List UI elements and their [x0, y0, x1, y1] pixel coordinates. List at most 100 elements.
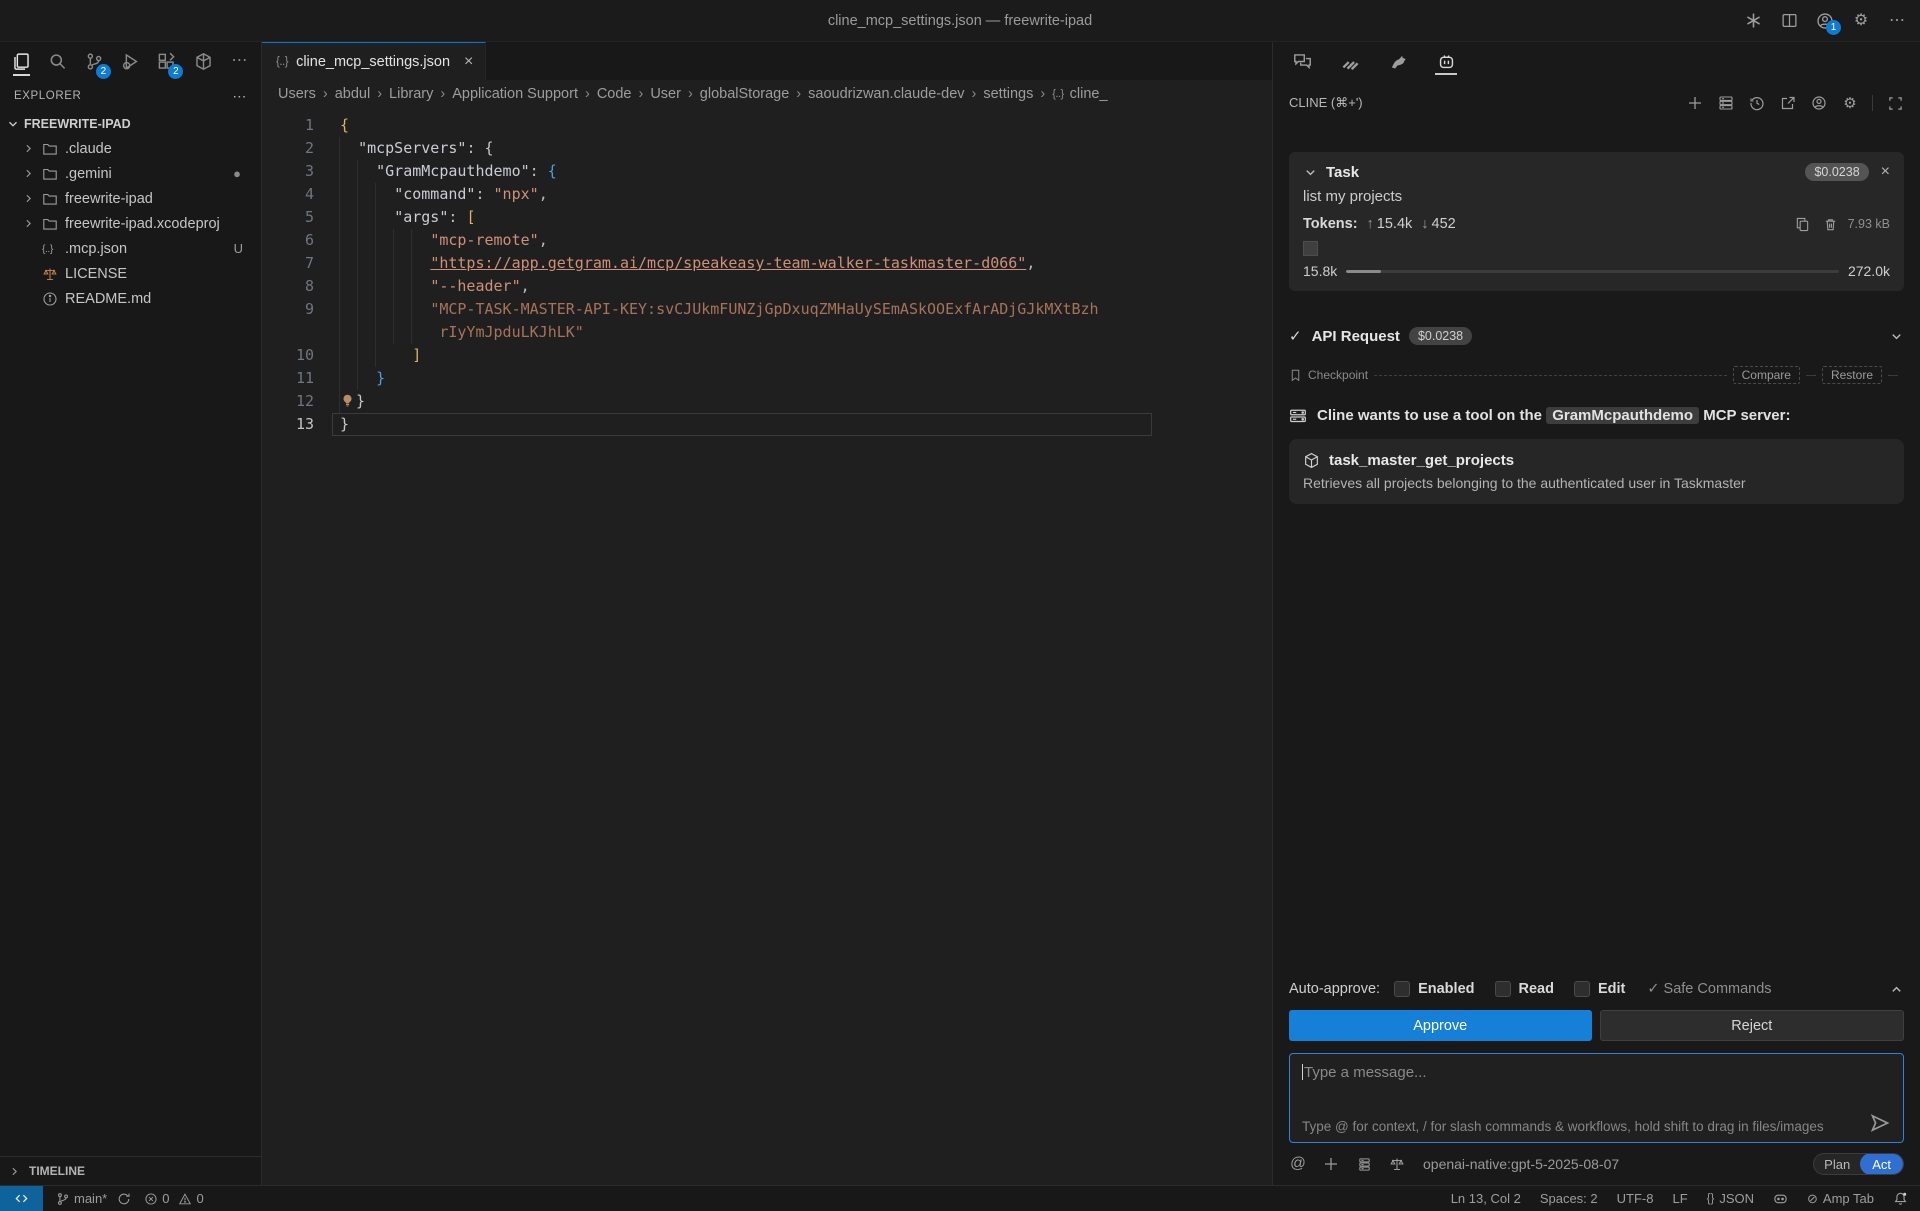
- code-line[interactable]: 1{: [262, 114, 1272, 137]
- timeline-section[interactable]: TIMELINE: [0, 1156, 261, 1185]
- code-line[interactable]: 7 "https://app.getgram.ai/mcp/speakeasy-…: [262, 252, 1272, 275]
- account-icon[interactable]: 1: [1816, 12, 1834, 30]
- history-icon[interactable]: [1748, 94, 1766, 112]
- breadcrumb-item[interactable]: Library: [389, 86, 433, 102]
- code-line[interactable]: 9 "MCP-TASK-MASTER-API-KEY:svCJUkmFUNZjG…: [262, 298, 1272, 321]
- tree-root[interactable]: FREEWRITE-IPAD: [0, 112, 261, 136]
- tree-item-freewrite-ipad[interactable]: freewrite-ipad: [0, 186, 261, 211]
- tree-item-license[interactable]: LICENSE: [0, 261, 261, 286]
- chat-view-icon[interactable]: [1291, 48, 1313, 74]
- breadcrumb-item[interactable]: User: [650, 86, 681, 102]
- tree-item-gemini[interactable]: .gemini ●: [0, 161, 261, 186]
- code-line[interactable]: 10 ]: [262, 344, 1272, 367]
- checkbox-enabled[interactable]: [1394, 981, 1410, 997]
- breadcrumb-item[interactable]: settings: [983, 86, 1033, 102]
- code-line[interactable]: 11 }: [262, 367, 1272, 390]
- message-input[interactable]: Type a message... Type @ for context, / …: [1289, 1053, 1904, 1143]
- tab-cline-mcp-settings[interactable]: {..} cline_mcp_settings.json ×: [262, 42, 486, 80]
- code-line[interactable]: 6 "mcp-remote",: [262, 229, 1272, 252]
- new-task-icon[interactable]: [1686, 94, 1704, 112]
- model-id[interactable]: openai-native:gpt-5-2025-08-07: [1423, 1156, 1619, 1172]
- settings-gear-icon[interactable]: ⚙: [1841, 94, 1859, 112]
- open-in-editor-icon[interactable]: [1779, 94, 1797, 112]
- eol-status[interactable]: LF: [1672, 1191, 1687, 1206]
- restore-button[interactable]: Restore: [1822, 366, 1882, 384]
- reject-button[interactable]: Reject: [1600, 1010, 1905, 1041]
- cline-robot-icon[interactable]: [1435, 48, 1457, 74]
- breadcrumb-file[interactable]: cline_: [1070, 86, 1108, 102]
- encoding-status[interactable]: UTF-8: [1617, 1191, 1654, 1206]
- tree-item-claude[interactable]: .claude: [0, 136, 261, 161]
- checkbox-edit[interactable]: [1574, 981, 1590, 997]
- checkbox-read[interactable]: [1495, 981, 1511, 997]
- more-actions-icon[interactable]: ⋯: [1888, 12, 1906, 30]
- remote-explorer-icon[interactable]: [193, 48, 212, 74]
- code-line[interactable]: 2 "mcpServers": {: [262, 137, 1272, 160]
- mention-icon[interactable]: @: [1289, 1155, 1307, 1173]
- tree-item-readme[interactable]: README.md: [0, 286, 261, 311]
- code-line[interactable]: 13}: [262, 413, 1272, 436]
- openai-icon[interactable]: [1744, 12, 1762, 30]
- code-line[interactable]: rIyYmJpduLKJhLK": [262, 321, 1272, 344]
- extensions-icon[interactable]: 2: [157, 48, 176, 74]
- tree-item-xcodeproj[interactable]: freewrite-ipad.xcodeproj: [0, 211, 261, 236]
- chevron-down-icon[interactable]: [1889, 329, 1904, 344]
- split-editor-icon[interactable]: [1780, 12, 1798, 30]
- trash-icon[interactable]: [1823, 216, 1839, 232]
- explorer-icon[interactable]: [12, 48, 31, 74]
- mcp-server-icon: [1289, 408, 1307, 426]
- source-control-icon[interactable]: 2: [85, 48, 104, 74]
- add-context-icon[interactable]: [1322, 1155, 1340, 1173]
- breadcrumb-item[interactable]: saoudrizwan.claude-dev: [808, 86, 964, 102]
- api-request-row[interactable]: ✓ API Request $0.0238: [1289, 327, 1904, 345]
- compare-button[interactable]: Compare: [1733, 366, 1800, 384]
- fullscreen-icon[interactable]: [1886, 94, 1904, 112]
- run-debug-icon[interactable]: [121, 48, 140, 74]
- problems-status[interactable]: 0 0: [144, 1191, 203, 1206]
- breadcrumb-item[interactable]: Users: [278, 86, 316, 102]
- cursor-position[interactable]: Ln 13, Col 2: [1451, 1191, 1521, 1206]
- tool-card[interactable]: task_master_get_projects Retrieves all p…: [1289, 439, 1904, 504]
- code-line[interactable]: 12}: [262, 390, 1272, 413]
- breadcrumb-item[interactable]: globalStorage: [700, 86, 790, 102]
- code-line[interactable]: 8 "--header",: [262, 275, 1272, 298]
- rules-scales-icon[interactable]: [1388, 1155, 1406, 1173]
- code-editor[interactable]: 1{2 "mcpServers": {3 "GramMcpauthdemo": …: [262, 108, 1272, 1185]
- plan-mode-button[interactable]: Plan: [1814, 1157, 1860, 1172]
- mcp-servers-icon[interactable]: [1717, 94, 1735, 112]
- close-task-icon[interactable]: ×: [1881, 163, 1890, 181]
- send-icon[interactable]: [1869, 1112, 1891, 1134]
- code-line[interactable]: 5 "args": [: [262, 206, 1272, 229]
- copy-icon[interactable]: [1795, 216, 1811, 232]
- breadcrumb-item[interactable]: abdul: [335, 86, 370, 102]
- chat-toolbar: @ openai-native:gpt-5-2025-08-07 Plan Ac…: [1273, 1143, 1920, 1185]
- notifications-bell[interactable]: [1893, 1191, 1908, 1206]
- breadcrumb-item[interactable]: Code: [597, 86, 632, 102]
- explorer-more-icon[interactable]: ⋯: [232, 89, 247, 103]
- search-icon[interactable]: [48, 48, 67, 74]
- tree-item-mcp-json[interactable]: {..} .mcp.json U: [0, 236, 261, 261]
- indentation-status[interactable]: Spaces: 2: [1540, 1191, 1598, 1206]
- approve-button[interactable]: Approve: [1289, 1010, 1592, 1041]
- code-line[interactable]: 3 "GramMcpauthdemo": {: [262, 160, 1272, 183]
- chevron-up-icon[interactable]: [1889, 982, 1904, 997]
- mcp-list-icon[interactable]: [1355, 1155, 1373, 1173]
- language-status[interactable]: {} JSON: [1707, 1191, 1754, 1206]
- remote-indicator[interactable]: [0, 1186, 43, 1211]
- settings-gear-icon[interactable]: ⚙: [1852, 12, 1870, 30]
- account-icon[interactable]: [1810, 94, 1828, 112]
- context-max: 272.0k: [1848, 263, 1890, 279]
- kangaroo-icon[interactable]: [1387, 48, 1409, 74]
- code-line[interactable]: 4 "command": "npx",: [262, 183, 1272, 206]
- more-views-icon[interactable]: ⋯: [230, 48, 249, 74]
- copilot-status[interactable]: [1773, 1191, 1788, 1206]
- breadcrumb-item[interactable]: Application Support: [452, 86, 578, 102]
- speakeasy-icon[interactable]: [1339, 48, 1361, 74]
- git-branch-status[interactable]: main*: [56, 1191, 131, 1206]
- info-file-icon: [42, 291, 59, 307]
- amp-tab-status[interactable]: ⊘ Amp Tab: [1807, 1191, 1874, 1207]
- chevron-right-icon: ›: [440, 86, 445, 102]
- chevron-down-icon[interactable]: [1303, 165, 1318, 180]
- close-tab-icon[interactable]: ×: [464, 53, 473, 71]
- act-mode-button[interactable]: Act: [1860, 1153, 1903, 1175]
